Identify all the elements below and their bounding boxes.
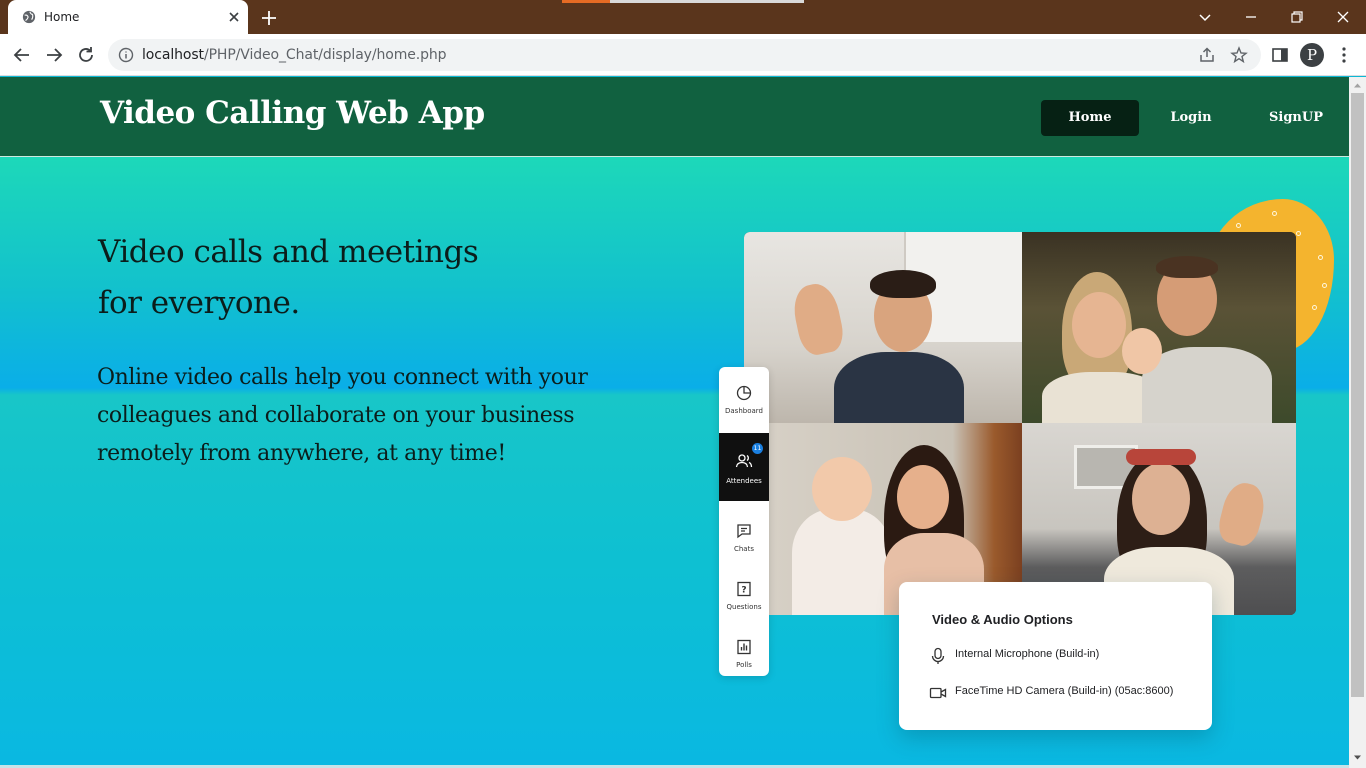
side-item-dashboard[interactable]: Dashboard [719,367,769,429]
page-scrollbar[interactable] [1349,77,1366,768]
microphone-icon [931,647,945,664]
hero-title-line1: Video calls and meetings [98,234,479,270]
side-item-chats[interactable]: Chats [719,509,769,571]
tab-title: Home [44,10,80,24]
side-item-attendees[interactable]: 11 Attendees [719,433,769,501]
people-icon [735,454,753,468]
site-info-icon[interactable] [118,47,134,63]
scroll-up-arrow-icon[interactable] [1353,81,1362,90]
blob-dot [1296,231,1301,236]
camera-option[interactable]: FaceTime HD Camera (Build-in) (05ac:8600… [929,682,1199,704]
new-tab-icon[interactable] [258,7,280,29]
side-item-polls[interactable]: Polls [719,625,769,687]
side-label-questions: Questions [726,603,762,611]
scroll-down-arrow-icon[interactable] [1353,753,1362,762]
browser-titlebar: Home [0,0,1366,34]
microphone-option[interactable]: Internal Microphone (Build-in) [929,645,1199,667]
browser-tab[interactable]: Home [8,0,248,34]
nav-signup[interactable]: SignUP [1248,100,1344,136]
globe-icon [22,10,36,24]
url-path: /PHP/Video_Chat/display/home.php [203,47,447,63]
hero-description: Online video calls help you connect with… [97,365,588,466]
poll-icon [737,639,751,655]
restore-icon[interactable] [1287,7,1307,27]
forward-icon[interactable] [42,43,66,67]
nav-home[interactable]: Home [1041,100,1139,136]
options-card-title: Video & Audio Options [932,612,1073,627]
hero-title-line2: for everyone. [98,285,300,321]
blob-dot [1236,223,1241,228]
blob-dot [1272,211,1277,216]
close-window-icon[interactable] [1333,7,1353,27]
pie-chart-icon [736,385,752,401]
page-viewport: Video Calling Web App Home Login SignUP … [0,77,1349,768]
side-label-dashboard: Dashboard [725,407,763,415]
side-panel-icon[interactable] [1270,45,1290,65]
site-header: Video Calling Web App Home Login SignUP [0,77,1349,157]
nav-login[interactable]: Login [1142,100,1240,136]
side-label-polls: Polls [736,661,752,669]
url-text[interactable]: localhost/PHP/Video_Chat/display/home.ph… [142,47,447,63]
blob-dot [1318,255,1323,260]
side-label-chats: Chats [733,545,754,553]
video-tile-participant-1 [744,232,1022,423]
question-icon: ? [737,581,751,597]
close-tab-icon[interactable] [226,9,242,25]
video-call-grid [744,232,1296,615]
minimize-icon[interactable] [1241,7,1261,27]
browser-toolbar: localhost/PHP/Video_Chat/display/home.ph… [0,34,1366,76]
camera-label: FaceTime HD Camera (Build-in) (05ac:8600… [955,685,1174,697]
blob-dot [1322,283,1327,288]
address-bar[interactable]: localhost/PHP/Video_Chat/display/home.ph… [108,39,1261,71]
attendees-count-badge: 11 [752,443,763,454]
side-label-attendees: Attendees [726,477,762,485]
meeting-side-panel: Dashboard 11 Attendees Chats ? Questions [719,367,769,676]
profile-avatar[interactable]: P [1300,43,1324,67]
reload-icon[interactable] [74,43,98,67]
back-icon[interactable] [10,43,34,67]
chat-icon [737,524,751,539]
titlebar-strip-accent [562,0,610,3]
site-brand[interactable]: Video Calling Web App [100,95,485,131]
share-icon[interactable] [1198,46,1216,64]
hero-title: Video calls and meetings for everyone. [98,227,518,329]
video-tile-participant-2 [1022,232,1296,423]
video-audio-options-card: Video & Audio Options Internal Microphon… [899,582,1212,730]
url-host: localhost [142,47,204,63]
bookmark-star-icon[interactable] [1230,46,1248,64]
video-camera-icon [929,687,947,699]
tab-search-icon[interactable] [1195,7,1215,27]
scrollbar-thumb[interactable] [1351,93,1364,697]
microphone-label: Internal Microphone (Build-in) [955,648,1100,660]
blob-dot [1312,305,1317,310]
side-item-questions[interactable]: ? Questions [719,567,769,629]
svg-text:?: ? [741,586,746,596]
more-menu-icon[interactable] [1334,45,1354,65]
